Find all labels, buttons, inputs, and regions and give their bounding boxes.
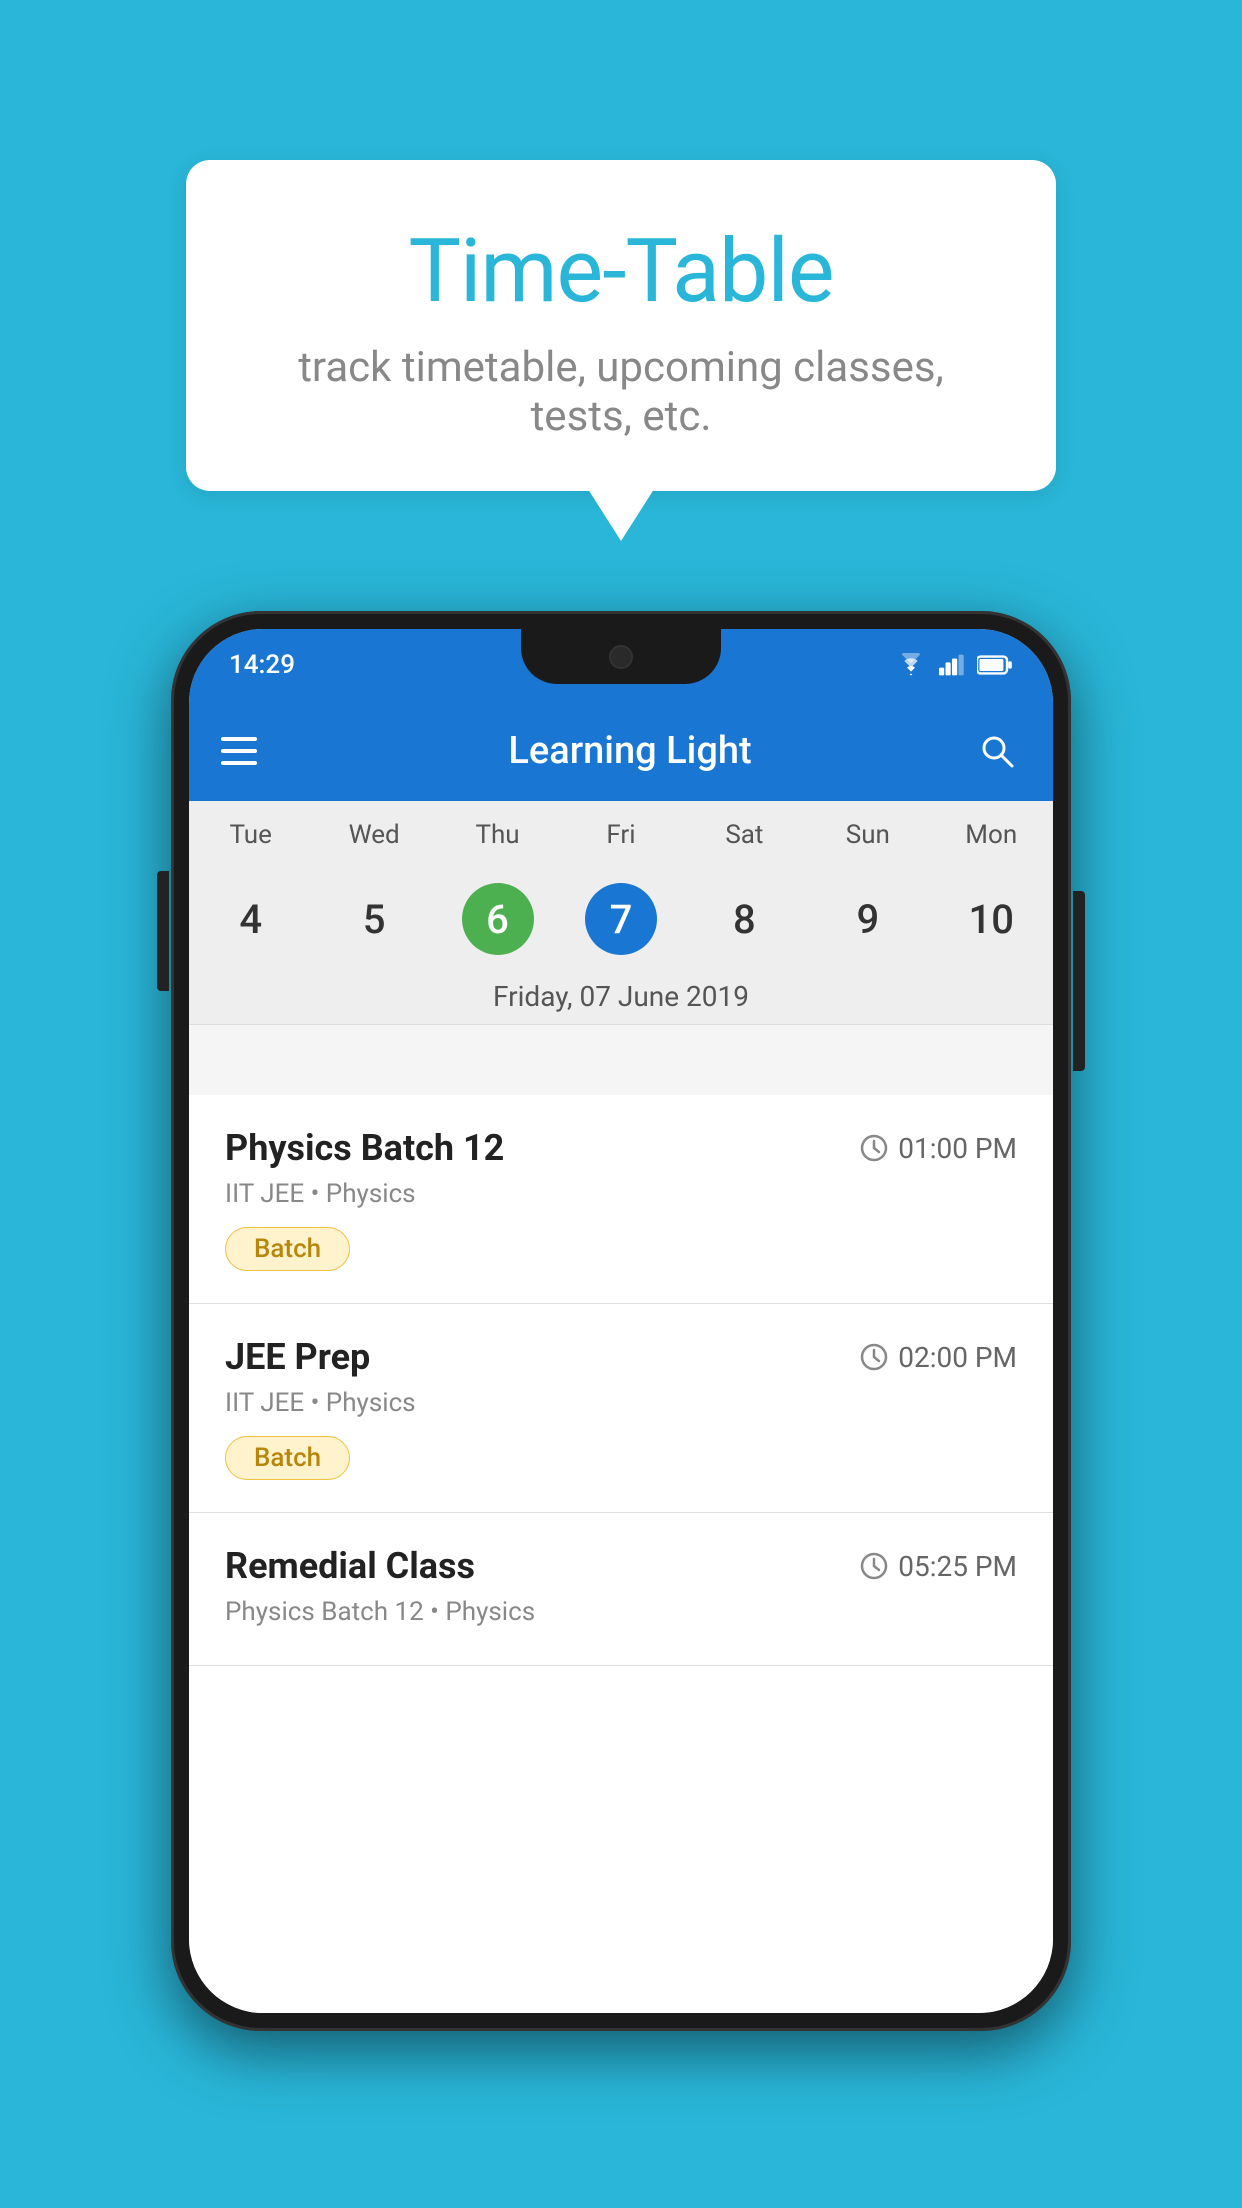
schedule-list: Physics Batch 12 01:00 PM IIT JEE • Phys… xyxy=(189,1095,1053,2013)
selected-date: Friday, 07 June 2019 xyxy=(189,969,1053,1025)
schedule-item-2-header: JEE Prep 02:00 PM xyxy=(225,1336,1017,1378)
day-header-tue: Tue xyxy=(189,801,312,869)
day-10[interactable]: 10 xyxy=(930,896,1053,943)
schedule-item-1-header: Physics Batch 12 01:00 PM xyxy=(225,1127,1017,1169)
schedule-item-3-time: 05:25 PM xyxy=(860,1550,1017,1583)
hamburger-icon[interactable] xyxy=(221,737,257,765)
hamburger-line-2 xyxy=(221,749,257,753)
schedule-item-2[interactable]: JEE Prep 02:00 PM IIT JEE • Physics Batc… xyxy=(189,1304,1053,1513)
phone-screen: 14:29 xyxy=(189,629,1053,2013)
phone-notch xyxy=(521,629,721,684)
search-button[interactable] xyxy=(973,727,1021,775)
tooltip-title: Time-Table xyxy=(256,220,986,323)
schedule-item-1-time: 01:00 PM xyxy=(860,1132,1017,1165)
day-header-fri: Fri xyxy=(559,801,682,869)
day-header-mon: Mon xyxy=(930,801,1053,869)
app-bar-title: Learning Light xyxy=(287,729,973,773)
schedule-item-3-title: Remedial Class xyxy=(225,1545,475,1587)
day-header-wed: Wed xyxy=(312,801,435,869)
day-6[interactable]: 6 xyxy=(436,883,559,955)
day-7[interactable]: 7 xyxy=(559,883,682,955)
clock-icon-2 xyxy=(860,1343,888,1371)
day-numbers: 4 5 6 7 8 9 10 xyxy=(189,869,1053,969)
day-header-thu: Thu xyxy=(436,801,559,869)
app-bar: Learning Light xyxy=(189,701,1053,801)
schedule-item-2-badge: Batch xyxy=(225,1436,350,1480)
schedule-item-2-meta: IIT JEE • Physics xyxy=(225,1388,1017,1418)
status-icons xyxy=(895,653,1013,677)
camera-dot xyxy=(609,645,633,669)
clock-icon-3 xyxy=(860,1552,888,1580)
phone-outer: 14:29 xyxy=(171,611,1071,2031)
signal-icon xyxy=(939,653,965,677)
day-4[interactable]: 4 xyxy=(189,896,312,943)
schedule-item-1-title: Physics Batch 12 xyxy=(225,1127,504,1169)
day-header-sun: Sun xyxy=(806,801,929,869)
schedule-item-3-time-text: 05:25 PM xyxy=(898,1550,1017,1583)
schedule-item-2-time: 02:00 PM xyxy=(860,1341,1017,1374)
tooltip-card: Time-Table track timetable, upcoming cla… xyxy=(186,160,1056,491)
schedule-item-3[interactable]: Remedial Class 05:25 PM Physics Batch 12… xyxy=(189,1513,1053,1666)
schedule-item-2-time-text: 02:00 PM xyxy=(898,1341,1017,1374)
schedule-item-1[interactable]: Physics Batch 12 01:00 PM IIT JEE • Phys… xyxy=(189,1095,1053,1304)
tooltip-subtitle: track timetable, upcoming classes, tests… xyxy=(256,343,986,441)
day-9[interactable]: 9 xyxy=(806,896,929,943)
schedule-item-3-header: Remedial Class 05:25 PM xyxy=(225,1545,1017,1587)
day-headers: Tue Wed Thu Fri Sat Sun Mon xyxy=(189,801,1053,869)
schedule-item-1-badge: Batch xyxy=(225,1227,350,1271)
day-5[interactable]: 5 xyxy=(312,896,435,943)
schedule-item-1-time-text: 01:00 PM xyxy=(898,1132,1017,1165)
schedule-item-1-meta: IIT JEE • Physics xyxy=(225,1179,1017,1209)
day-8[interactable]: 8 xyxy=(683,896,806,943)
schedule-item-2-title: JEE Prep xyxy=(225,1336,370,1378)
wifi-icon xyxy=(895,653,927,677)
schedule-item-3-meta: Physics Batch 12 • Physics xyxy=(225,1597,1017,1627)
hamburger-line-1 xyxy=(221,737,257,741)
day-header-sat: Sat xyxy=(683,801,806,869)
calendar-strip: Tue Wed Thu Fri Sat Sun Mon 4 5 6 7 xyxy=(189,801,1053,1025)
clock-icon-1 xyxy=(860,1134,888,1162)
phone-mockup: 14:29 xyxy=(171,611,1071,2031)
hamburger-line-3 xyxy=(221,761,257,765)
battery-icon xyxy=(977,654,1013,676)
day-7-circle[interactable]: 7 xyxy=(585,883,657,955)
status-time: 14:29 xyxy=(229,650,295,680)
search-icon xyxy=(977,731,1017,771)
day-6-circle[interactable]: 6 xyxy=(462,883,534,955)
